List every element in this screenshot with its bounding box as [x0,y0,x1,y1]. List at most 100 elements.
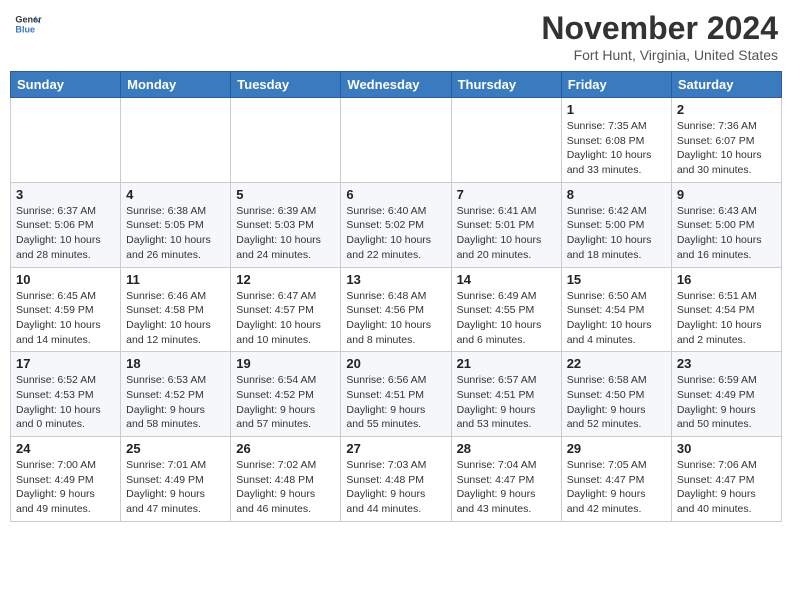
day-number: 18 [126,356,225,371]
day-cell: 15Sunrise: 6:50 AM Sunset: 4:54 PM Dayli… [561,267,671,352]
day-info: Sunrise: 6:51 AM Sunset: 4:54 PM Dayligh… [677,289,776,348]
day-number: 22 [567,356,666,371]
day-cell: 12 Sunrise: 6:47 AM Sunset: 4:57 PM Dayli… [231,267,341,352]
day-number: 14 [457,272,556,287]
week-row-2: 3Sunrise: 6:37 AM Sunset: 5:06 PM Daylig… [11,182,782,267]
day-info: Sunrise: 6:38 AM Sunset: 5:05 PM Dayligh… [126,204,225,263]
day-info: Sunrise: 6:52 AM Sunset: 4:53 PM Dayligh… [16,373,115,432]
day-number: 5 [236,187,335,202]
svg-text:General: General [15,15,42,25]
weekday-header-monday: Monday [121,72,231,98]
day-cell: 8Sunrise: 6:42 AM Sunset: 5:00 PM Daylig… [561,182,671,267]
day-cell [11,98,121,183]
day-number: 23 [677,356,776,371]
day-cell: 2 Sunrise: 7:36 AM Sunset: 6:07 PM Daylig… [671,98,781,183]
week-row-5: 24Sunrise: 7:00 AM Sunset: 4:49 PM Dayli… [11,437,782,522]
day-info: Sunrise: 6:41 AM Sunset: 5:01 PM Dayligh… [457,204,556,263]
day-number: 13 [346,272,445,287]
day-cell: 26Sunrise: 7:02 AM Sunset: 4:48 PM Dayli… [231,437,341,522]
day-number: 10 [16,272,115,287]
day-number: 15 [567,272,666,287]
logo: General Blue [14,10,42,38]
day-info: Sunrise: 7:06 AM Sunset: 4:47 PM Dayligh… [677,458,776,517]
day-cell: 28Sunrise: 7:04 AM Sunset: 4:47 PM Dayli… [451,437,561,522]
day-number: 7 [457,187,556,202]
weekday-header-saturday: Saturday [671,72,781,98]
day-info: Sunrise: 6:45 AM Sunset: 4:59 PM Dayligh… [16,289,115,348]
day-cell: 27Sunrise: 7:03 AM Sunset: 4:48 PM Dayli… [341,437,451,522]
day-cell [121,98,231,183]
day-number: 24 [16,441,115,456]
weekday-header-wednesday: Wednesday [341,72,451,98]
day-number: 6 [346,187,445,202]
day-cell: 17 Sunrise: 6:52 AM Sunset: 4:53 PM Dayli… [11,352,121,437]
day-number: 25 [126,441,225,456]
weekday-header-thursday: Thursday [451,72,561,98]
location: Fort Hunt, Virginia, United States [541,47,778,63]
day-cell: 30 Sunrise: 7:06 AM Sunset: 4:47 PM Dayli… [671,437,781,522]
day-cell: 19Sunrise: 6:54 AM Sunset: 4:52 PM Dayli… [231,352,341,437]
day-number: 28 [457,441,556,456]
day-info: Sunrise: 6:53 AM Sunset: 4:52 PM Dayligh… [126,373,225,432]
day-number: 20 [346,356,445,371]
day-cell: 16 Sunrise: 6:51 AM Sunset: 4:54 PM Dayli… [671,267,781,352]
day-info: Sunrise: 7:05 AM Sunset: 4:47 PM Dayligh… [567,458,666,517]
day-info: Sunrise: 7:36 AM Sunset: 6:07 PM Dayligh… [677,119,776,178]
day-info: Sunrise: 7:03 AM Sunset: 4:48 PM Dayligh… [346,458,445,517]
day-info: Sunrise: 6:48 AM Sunset: 4:56 PM Dayligh… [346,289,445,348]
day-info: Sunrise: 7:02 AM Sunset: 4:48 PM Dayligh… [236,458,335,517]
day-cell: 22 Sunrise: 6:58 AM Sunset: 4:50 PM Dayli… [561,352,671,437]
day-number: 9 [677,187,776,202]
day-cell: 29 Sunrise: 7:05 AM Sunset: 4:47 PM Dayli… [561,437,671,522]
day-cell: 1 Sunrise: 7:35 AM Sunset: 6:08 PM Daylig… [561,98,671,183]
day-cell: 23Sunrise: 6:59 AM Sunset: 4:49 PM Dayli… [671,352,781,437]
day-cell: 10 Sunrise: 6:45 AM Sunset: 4:59 PM Dayli… [11,267,121,352]
day-number: 16 [677,272,776,287]
day-info: Sunrise: 6:39 AM Sunset: 5:03 PM Dayligh… [236,204,335,263]
svg-text:Blue: Blue [15,24,35,34]
day-info: Sunrise: 6:40 AM Sunset: 5:02 PM Dayligh… [346,204,445,263]
day-cell [231,98,341,183]
day-cell: 24Sunrise: 7:00 AM Sunset: 4:49 PM Dayli… [11,437,121,522]
day-number: 21 [457,356,556,371]
day-info: Sunrise: 6:46 AM Sunset: 4:58 PM Dayligh… [126,289,225,348]
day-number: 2 [677,102,776,117]
day-number: 30 [677,441,776,456]
day-info: Sunrise: 6:57 AM Sunset: 4:51 PM Dayligh… [457,373,556,432]
weekday-header-tuesday: Tuesday [231,72,341,98]
day-number: 11 [126,272,225,287]
day-info: Sunrise: 6:37 AM Sunset: 5:06 PM Dayligh… [16,204,115,263]
day-info: Sunrise: 6:43 AM Sunset: 5:00 PM Dayligh… [677,204,776,263]
logo-icon: General Blue [14,10,42,38]
day-cell: 11 Sunrise: 6:46 AM Sunset: 4:58 PM Dayli… [121,267,231,352]
week-row-4: 17 Sunrise: 6:52 AM Sunset: 4:53 PM Dayli… [11,352,782,437]
day-cell: 3Sunrise: 6:37 AM Sunset: 5:06 PM Daylig… [11,182,121,267]
day-info: Sunrise: 7:35 AM Sunset: 6:08 PM Dayligh… [567,119,666,178]
day-cell: 20 Sunrise: 6:56 AM Sunset: 4:51 PM Dayli… [341,352,451,437]
week-row-3: 10 Sunrise: 6:45 AM Sunset: 4:59 PM Dayli… [11,267,782,352]
day-cell [341,98,451,183]
weekday-header-sunday: Sunday [11,72,121,98]
day-cell: 9 Sunrise: 6:43 AM Sunset: 5:00 PM Daylig… [671,182,781,267]
day-info: Sunrise: 7:01 AM Sunset: 4:49 PM Dayligh… [126,458,225,517]
day-cell: 6 Sunrise: 6:40 AM Sunset: 5:02 PM Daylig… [341,182,451,267]
weekday-header-row: SundayMondayTuesdayWednesdayThursdayFrid… [11,72,782,98]
day-info: Sunrise: 6:54 AM Sunset: 4:52 PM Dayligh… [236,373,335,432]
day-cell: 5 Sunrise: 6:39 AM Sunset: 5:03 PM Daylig… [231,182,341,267]
month-title: November 2024 [541,10,778,47]
day-info: Sunrise: 6:47 AM Sunset: 4:57 PM Dayligh… [236,289,335,348]
day-info: Sunrise: 6:56 AM Sunset: 4:51 PM Dayligh… [346,373,445,432]
day-number: 17 [16,356,115,371]
day-number: 29 [567,441,666,456]
day-cell: 13 Sunrise: 6:48 AM Sunset: 4:56 PM Dayli… [341,267,451,352]
title-block: November 2024 Fort Hunt, Virginia, Unite… [541,10,778,63]
day-number: 4 [126,187,225,202]
day-info: Sunrise: 6:58 AM Sunset: 4:50 PM Dayligh… [567,373,666,432]
calendar: SundayMondayTuesdayWednesdayThursdayFrid… [10,71,782,522]
week-row-1: 1 Sunrise: 7:35 AM Sunset: 6:08 PM Daylig… [11,98,782,183]
day-number: 12 [236,272,335,287]
page-header: General Blue November 2024 Fort Hunt, Vi… [10,10,782,63]
day-info: Sunrise: 6:42 AM Sunset: 5:00 PM Dayligh… [567,204,666,263]
day-number: 1 [567,102,666,117]
day-cell: 4 Sunrise: 6:38 AM Sunset: 5:05 PM Daylig… [121,182,231,267]
